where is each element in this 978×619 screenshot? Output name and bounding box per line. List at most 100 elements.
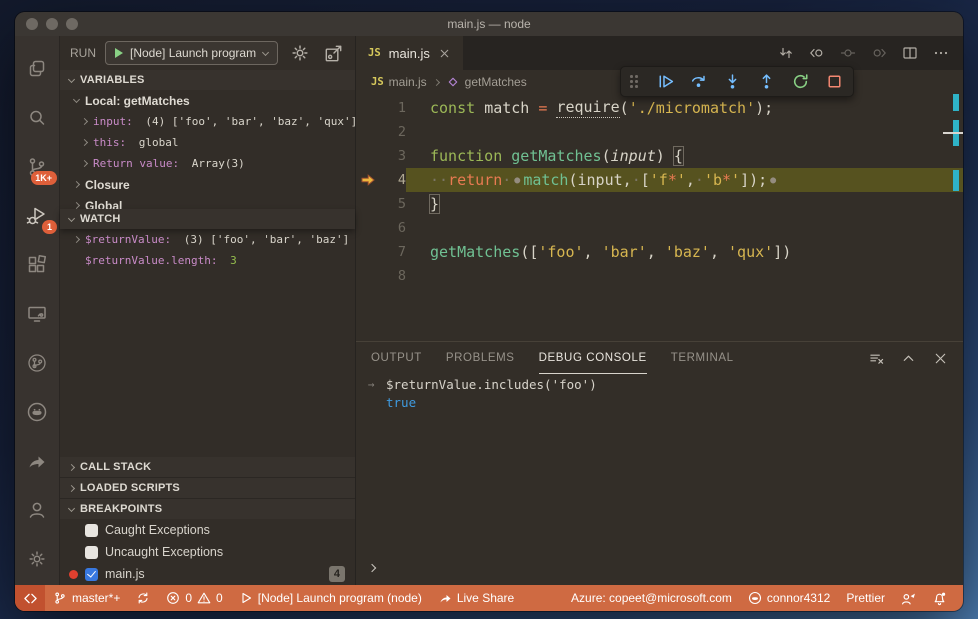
panel-tab-problems[interactable]: PROBLEMS: [446, 342, 515, 374]
activity-settings[interactable]: [15, 534, 60, 583]
zoom-window-button[interactable]: [66, 18, 78, 30]
panel-tab-output[interactable]: OUTPUT: [371, 342, 422, 374]
debug-console-input[interactable]: [367, 558, 377, 576]
continue-button[interactable]: [655, 72, 674, 91]
code-line-content[interactable]: [406, 120, 963, 144]
code-editor[interactable]: 1 const match = require('./micromatch'); 2…: [356, 94, 963, 341]
start-debug-icon[interactable]: [115, 48, 123, 58]
breakpoint-checkbox[interactable]: [85, 545, 98, 559]
status-notifications[interactable]: [924, 585, 955, 611]
activity-live-share[interactable]: [15, 338, 60, 387]
breakpoints-section-header[interactable]: BREAKPOINTS: [60, 499, 355, 519]
code-line[interactable]: 1 const match = require('./micromatch');: [356, 96, 963, 120]
breakpoint-row[interactable]: main.js 4: [60, 563, 355, 585]
tab-main-js[interactable]: JS main.js: [356, 36, 463, 70]
chevron-right-icon[interactable]: [72, 201, 81, 209]
maximize-panel-icon[interactable]: [901, 351, 916, 366]
tree-row[interactable]: Return value: Array(3): [60, 153, 355, 174]
status-github-account[interactable]: connor4312: [740, 585, 838, 611]
clear-console-icon[interactable]: [869, 351, 884, 366]
open-debug-console-icon[interactable]: [322, 42, 345, 65]
navigate-back-icon[interactable]: [809, 45, 825, 61]
close-window-button[interactable]: [26, 18, 38, 30]
navigate-forward-icon[interactable]: [871, 45, 887, 61]
chevron-right-icon[interactable]: [80, 117, 89, 126]
tree-row[interactable]: input: (4) ['foo', 'bar', 'baz', 'qux']: [60, 111, 355, 132]
split-editor-icon[interactable]: [902, 45, 918, 61]
code-line[interactable]: 2: [356, 120, 963, 144]
close-panel-icon[interactable]: [933, 351, 948, 366]
current-frame-arrow-icon[interactable]: [356, 174, 380, 186]
tree-row[interactable]: Global: [60, 195, 355, 209]
code-line-content[interactable]: ·· return · ● match (input, ·['f * ', ·'b * ']); ●: [406, 168, 963, 192]
activity-remote-explorer[interactable]: [15, 289, 60, 338]
tree-row[interactable]: Local: getMatches: [60, 90, 355, 111]
tree-row[interactable]: Closure: [60, 174, 355, 195]
call-stack-section-header[interactable]: CALL STACK: [60, 457, 355, 477]
chevron-down-icon[interactable]: [72, 95, 81, 104]
status-sync[interactable]: [128, 585, 158, 611]
chevron-right-icon[interactable]: [80, 159, 89, 168]
breakpoint-row[interactable]: Caught Exceptions: [60, 519, 355, 541]
activity-accounts[interactable]: [15, 485, 60, 534]
panel-tab-terminal[interactable]: TERMINAL: [671, 342, 734, 374]
remote-indicator[interactable]: [15, 585, 45, 611]
configure-launch-gear-icon[interactable]: [289, 42, 311, 64]
tree-row[interactable]: this: global: [60, 132, 355, 153]
panel-tab-debug-console[interactable]: DEBUG CONSOLE: [538, 342, 647, 374]
console-row[interactable]: → $returnValue.includes('foo'): [356, 376, 963, 392]
activity-github[interactable]: [15, 387, 60, 436]
activity-source-control[interactable]: 1K+: [15, 142, 60, 191]
open-changes-icon[interactable]: [778, 45, 794, 61]
console-row[interactable]: true: [356, 394, 963, 410]
code-line[interactable]: 5}: [356, 192, 963, 216]
status-live-share[interactable]: Live Share: [430, 585, 522, 611]
step-into-button[interactable]: [723, 72, 742, 91]
drag-handle[interactable]: [630, 75, 638, 88]
activity-share[interactable]: [15, 436, 60, 485]
code-line[interactable]: 4 ·· return · ● match (input, ·['f * ', ·'b * ']); ●: [356, 168, 963, 192]
restart-button[interactable]: [791, 72, 810, 91]
status-branch[interactable]: master*+: [45, 585, 128, 611]
more-actions-icon[interactable]: [933, 45, 949, 61]
step-out-button[interactable]: [757, 72, 776, 91]
tree-row[interactable]: $returnValue.length: 3: [60, 250, 355, 271]
navigate-current-icon[interactable]: [840, 45, 856, 61]
close-tab-icon[interactable]: [438, 47, 451, 60]
scrollbar-position-marker[interactable]: [943, 132, 963, 134]
code-line[interactable]: 3 function getMatches(input) {: [356, 144, 963, 168]
status-azure-account[interactable]: Azure: copeet@microsoft.com: [563, 585, 740, 611]
breakpoint-checkbox[interactable]: [85, 523, 98, 537]
code-line-content[interactable]: }: [406, 192, 963, 216]
code-line-content[interactable]: getMatches(['foo', 'bar', 'baz', 'qux']): [406, 240, 963, 264]
watch-section-header[interactable]: WATCH: [60, 209, 355, 229]
breakpoint-row[interactable]: Uncaught Exceptions: [60, 541, 355, 563]
title-bar[interactable]: main.js — node: [15, 12, 963, 36]
stop-button[interactable]: [825, 72, 844, 91]
breadcrumb-symbol[interactable]: getMatches: [446, 75, 527, 89]
loaded-scripts-section-header[interactable]: LOADED SCRIPTS: [60, 478, 355, 498]
code-line[interactable]: 6: [356, 216, 963, 240]
activity-search[interactable]: [15, 93, 60, 142]
chevron-right-icon[interactable]: [72, 235, 81, 244]
code-line-content[interactable]: const match = require('./micromatch');: [406, 96, 963, 120]
variables-section-header[interactable]: VARIABLES: [60, 70, 355, 90]
step-over-button[interactable]: [689, 72, 708, 91]
code-line-content[interactable]: [406, 216, 963, 240]
code-line-content[interactable]: function getMatches(input) {: [406, 144, 963, 168]
chevron-right-icon[interactable]: [72, 180, 81, 189]
status-feedback[interactable]: [893, 585, 924, 611]
code-line-content[interactable]: [406, 264, 963, 288]
activity-run-and-debug[interactable]: 1: [15, 191, 60, 240]
tree-row[interactable]: $returnValue: (3) ['foo', 'bar', 'baz']: [60, 229, 355, 250]
minimize-window-button[interactable]: [46, 18, 58, 30]
code-line[interactable]: 8: [356, 264, 963, 288]
activity-extensions[interactable]: [15, 240, 60, 289]
activity-explorer[interactable]: [15, 44, 60, 93]
chevron-right-icon[interactable]: [80, 138, 89, 147]
status-debug-launch[interactable]: [Node] Launch program (node): [231, 585, 430, 611]
status-problems[interactable]: 00: [158, 585, 230, 611]
overview-ruler[interactable]: [943, 94, 963, 341]
code-line[interactable]: 7 getMatches(['foo', 'bar', 'baz', 'qux']…: [356, 240, 963, 264]
breakpoint-checkbox[interactable]: [85, 567, 98, 581]
